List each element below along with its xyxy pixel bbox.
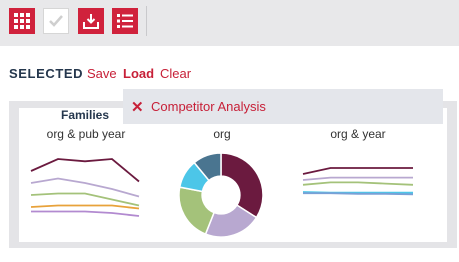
org-pub-year-line-chart[interactable] [30,150,140,225]
org-year-series-0 [302,167,413,175]
checkmark-icon [49,15,63,27]
org-pie-chart[interactable] [178,152,264,238]
download-tray-icon [83,14,99,29]
list-view-button[interactable] [112,8,138,34]
selected-label: SELECTED [9,66,84,81]
pie-slice-2 [178,186,216,236]
load-dropdown: ✕ Competitor Analysis [123,89,443,124]
org-pub-year-series-4 [31,210,140,217]
saved-selection-item[interactable]: Competitor Analysis [151,99,266,114]
save-link[interactable]: Save [87,66,117,81]
org-pub-year-series-0 [30,158,140,183]
toolbar-divider [146,6,147,36]
chart-title-org-pub-year: org & pub year [46,127,126,141]
org-year-line-chart[interactable] [302,150,414,210]
download-button[interactable] [78,8,104,34]
clear-link[interactable]: Clear [160,66,191,81]
select-check-button[interactable] [43,8,69,34]
list-icon [117,14,133,28]
chart-title-org: org [213,127,231,141]
org-pub-year-series-2 [30,192,140,207]
grid-view-button[interactable] [9,8,35,34]
org-year-series-4 [303,192,414,196]
org-year-series-2 [302,181,414,186]
panel-heading: Families [61,108,110,122]
load-link[interactable]: Load [123,66,154,81]
chart-title-org-year: org & year [330,127,386,141]
remove-x-icon[interactable]: ✕ [131,98,144,116]
org-pub-year-series-3 [30,204,140,210]
toolbar [0,0,459,46]
grid-icon [14,13,30,29]
org-year-series-1 [302,176,413,181]
